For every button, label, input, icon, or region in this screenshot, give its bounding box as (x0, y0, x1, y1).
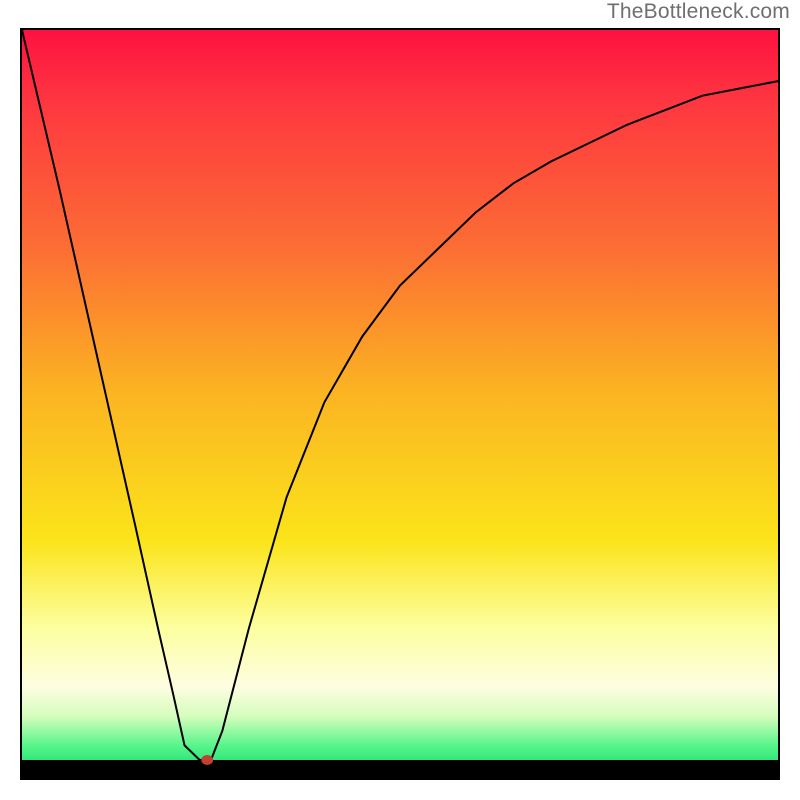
plot-frame (20, 28, 780, 780)
watermark-text: TheBottleneck.com (607, 0, 790, 24)
gradient-background (22, 30, 778, 760)
chart-container: TheBottleneck.com (0, 0, 800, 800)
